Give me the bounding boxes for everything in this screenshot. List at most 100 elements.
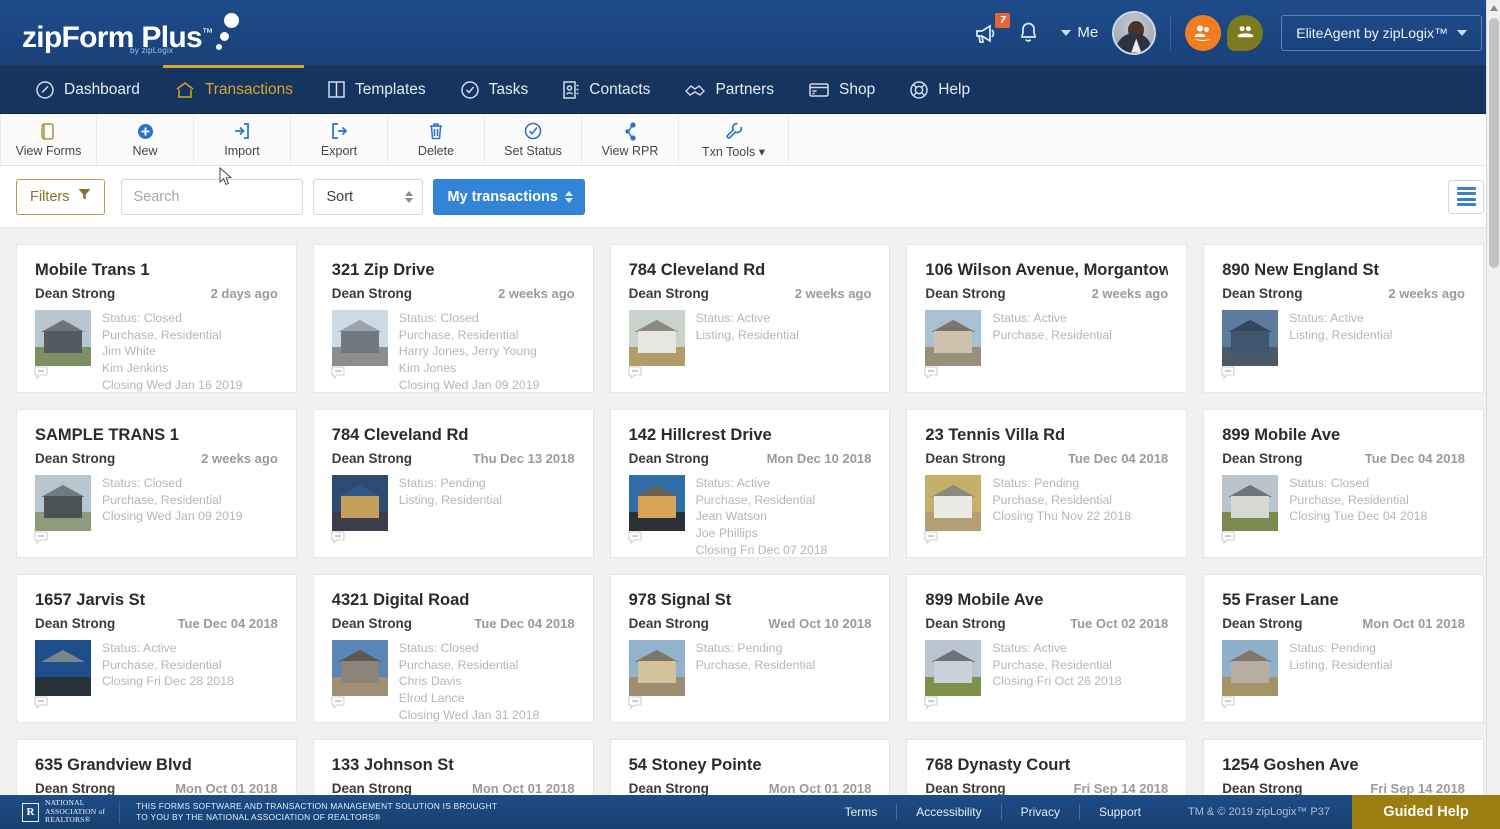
transaction-meta-line: Purchase, Residential bbox=[695, 492, 816, 507]
comments-icon[interactable] bbox=[1221, 696, 1235, 714]
comments-icon[interactable] bbox=[1221, 531, 1235, 549]
transaction-card[interactable]: 768 Dynasty Court Dean Strong Fri Sep 14 2… bbox=[906, 739, 1188, 795]
transaction-agent: Dean Strong bbox=[925, 780, 1006, 795]
app-logo[interactable]: zipForm Plus™ by zipLogix bbox=[22, 12, 248, 55]
funnel-icon bbox=[78, 188, 91, 205]
me-menu[interactable]: Me bbox=[1061, 10, 1157, 55]
toolbar-view-forms[interactable]: View Forms bbox=[0, 114, 97, 165]
transaction-title: 1254 Goshen Ave bbox=[1222, 756, 1359, 774]
toolbar-export[interactable]: Export bbox=[291, 114, 388, 165]
nar-mark: R bbox=[22, 802, 39, 822]
nav-label: Templates bbox=[354, 80, 426, 98]
comments-icon[interactable] bbox=[331, 531, 345, 549]
nav-item-contacts[interactable]: Contacts bbox=[545, 66, 667, 113]
comments-icon[interactable] bbox=[924, 531, 938, 549]
group-chat-icon[interactable] bbox=[1227, 14, 1264, 51]
transaction-card[interactable]: 899 Mobile Ave Dean Strong Tue Oct 02 2018… bbox=[906, 574, 1188, 723]
transaction-card[interactable]: 142 Hillcrest Drive Dean Strong Mon Dec 10… bbox=[609, 409, 891, 558]
house-icon bbox=[176, 81, 194, 98]
filters-button[interactable]: Filters bbox=[16, 178, 106, 215]
transaction-card[interactable]: 890 New England St Dean Strong 2 weeks ago… bbox=[1203, 244, 1484, 393]
my-transactions-select[interactable]: My transactions bbox=[433, 178, 586, 215]
transaction-subheader: Dean Strong 2 weeks ago bbox=[35, 451, 278, 466]
transaction-card[interactable]: 1657 Jarvis St Dean Strong Tue Dec 04 2018… bbox=[16, 574, 297, 723]
comments-icon[interactable] bbox=[34, 366, 48, 384]
transaction-card[interactable]: 899 Mobile Ave Dean Strong Tue Dec 04 2018… bbox=[1203, 409, 1484, 558]
comments-icon[interactable] bbox=[331, 366, 345, 384]
nav-item-partners[interactable]: Partners bbox=[667, 66, 791, 113]
transaction-meta-line: Status: Active bbox=[695, 475, 771, 490]
sort-select[interactable]: Sort bbox=[313, 178, 424, 215]
transaction-card[interactable]: 321 Zip Drive Dean Strong 2 weeks ago Statu… bbox=[312, 244, 594, 393]
toolbar-import[interactable]: Import bbox=[194, 114, 291, 165]
transaction-title: 54 Stoney Pointe bbox=[628, 756, 762, 774]
toolbar-label: Import bbox=[224, 144, 260, 158]
transaction-card[interactable]: 106 Wilson Avenue, Morgantown Dean Strong… bbox=[906, 244, 1188, 393]
bell-icon[interactable] bbox=[1018, 21, 1039, 44]
transaction-card[interactable]: 784 Cleveland Rd Dean Strong 2 weeks ago St… bbox=[609, 244, 891, 393]
transaction-card[interactable]: 1254 Goshen Ave Dean Strong Fri Sep 14 201… bbox=[1203, 739, 1484, 795]
transaction-date: Tue Oct 02 2018 bbox=[1070, 615, 1169, 631]
nav-item-transactions[interactable]: Transactions bbox=[157, 65, 310, 113]
transaction-card[interactable]: 635 Grandview Blvd Dean Strong Mon Oct 01 … bbox=[16, 739, 297, 795]
footer-link-privacy[interactable]: Privacy bbox=[1002, 805, 1079, 819]
comments-icon[interactable] bbox=[34, 696, 48, 714]
guided-help-button[interactable]: Guided Help bbox=[1352, 795, 1500, 829]
comments-icon[interactable] bbox=[34, 531, 48, 549]
toolbar-delete[interactable]: Delete bbox=[388, 114, 485, 165]
transaction-body: Status: Pending Listing, Residential bbox=[1222, 639, 1465, 696]
transaction-card[interactable]: 978 Signal St Dean Strong Wed Oct 10 2018 S… bbox=[609, 574, 891, 723]
nav-item-shop[interactable]: Shop bbox=[791, 66, 892, 113]
transaction-title: 784 Cleveland Rd bbox=[628, 261, 766, 279]
logo-dots-icon bbox=[214, 12, 248, 53]
transaction-card[interactable]: 23 Tennis Villa Rd Dean Strong Tue Dec 04 … bbox=[906, 409, 1188, 558]
comments-icon[interactable] bbox=[924, 366, 938, 384]
transaction-meta-line: Status: Closed bbox=[398, 310, 479, 325]
toolbar-txn-tools[interactable]: Txn Tools ▾ bbox=[679, 114, 789, 165]
toolbar-new[interactable]: New bbox=[97, 114, 194, 165]
nav-item-help[interactable]: Help bbox=[892, 66, 987, 113]
property-thumbnail bbox=[925, 309, 982, 366]
comments-icon[interactable] bbox=[628, 696, 642, 714]
comments-icon[interactable] bbox=[331, 696, 345, 714]
megaphone-icon[interactable]: 7 bbox=[974, 12, 1011, 44]
sort-stepper-icon bbox=[405, 190, 414, 203]
people-hand-icon[interactable] bbox=[1185, 14, 1222, 51]
transaction-subheader: Dean Strong Tue Dec 04 2018 bbox=[332, 616, 575, 631]
transaction-agent: Dean Strong bbox=[35, 780, 116, 795]
scroll-up-arrow-icon[interactable] bbox=[1490, 5, 1498, 11]
transaction-card[interactable]: 133 Johnson St Dean Strong Mon Oct 01 2018 bbox=[312, 739, 594, 795]
search-input[interactable] bbox=[121, 178, 304, 215]
transaction-date: Tue Dec 04 2018 bbox=[1364, 450, 1465, 466]
transaction-card[interactable]: 4321 Digital Road Dean Strong Tue Dec 04 2… bbox=[312, 574, 594, 723]
scrollbar-thumb[interactable] bbox=[1489, 18, 1499, 268]
toolbar-view-rpr[interactable]: View RPR bbox=[582, 114, 679, 165]
transaction-card[interactable]: SAMPLE TRANS 1 Dean Strong 2 weeks ago Stat… bbox=[16, 409, 297, 558]
footer-link-terms[interactable]: Terms bbox=[826, 805, 897, 819]
page-scrollbar[interactable] bbox=[1486, 0, 1500, 795]
comments-icon[interactable] bbox=[628, 531, 642, 549]
list-view-toggle[interactable] bbox=[1448, 179, 1484, 214]
transaction-card[interactable]: 55 Fraser Lane Dean Strong Mon Oct 01 2018… bbox=[1203, 574, 1484, 723]
transaction-meta-line: Listing, Residential bbox=[398, 492, 503, 507]
comments-icon[interactable] bbox=[924, 696, 938, 714]
template-grid-icon bbox=[328, 81, 345, 98]
agent-select[interactable]: EliteAgent by zipLogix™ bbox=[1281, 14, 1482, 51]
transaction-meta-line: Harry Jones, Jerry Young bbox=[398, 344, 537, 359]
transaction-card[interactable]: 54 Stoney Pointe Dean Strong Mon Oct 01 20… bbox=[609, 739, 891, 795]
transaction-agent: Dean Strong bbox=[628, 780, 709, 795]
transaction-meta-line: Status: Active bbox=[1289, 310, 1364, 325]
avatar[interactable] bbox=[1112, 10, 1157, 55]
property-thumbnail bbox=[628, 639, 685, 696]
nav-item-dashboard[interactable]: Dashboard bbox=[18, 66, 157, 113]
nav-item-templates[interactable]: Templates bbox=[310, 66, 443, 113]
footer-link-support[interactable]: Support bbox=[1080, 805, 1160, 819]
transaction-card[interactable]: 784 Cleveland Rd Dean Strong Thu Dec 13 20… bbox=[312, 409, 594, 558]
comments-icon[interactable] bbox=[628, 366, 642, 384]
comments-icon[interactable] bbox=[1221, 366, 1235, 384]
nav-item-tasks[interactable]: Tasks bbox=[443, 66, 546, 113]
transaction-card[interactable]: Mobile Trans 1 Dean Strong 2 days ago Statu… bbox=[16, 244, 297, 393]
footer-link-accessibility[interactable]: Accessibility bbox=[897, 805, 1000, 819]
toolbar-set-status[interactable]: Set Status bbox=[485, 114, 582, 165]
transaction-body: Status: Pending Purchase, Residential Clos… bbox=[925, 474, 1168, 531]
